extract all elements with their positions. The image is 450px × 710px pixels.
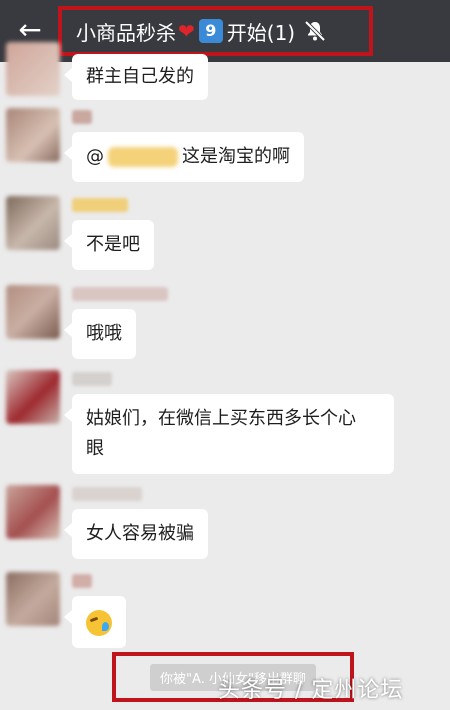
chat-title[interactable]: 小商品秒杀 ❤ 9 开始(1) [58,6,373,56]
message-bubble[interactable]: 哦哦 [64,309,136,359]
chat-title-count: 开始(1) [226,20,296,45]
message-bubble[interactable]: 群主自己发的 [64,54,208,100]
sender-name [72,198,128,212]
chat-header: ← 小商品秒杀 ❤ 9 开始(1) [0,0,450,62]
bell-off-icon [304,20,326,42]
message-text: 哦哦 [86,323,122,344]
avatar[interactable] [6,42,60,96]
watermark: 头条号 / 定州论坛 [218,678,404,703]
laugh-cry-emoji [86,610,112,636]
sender-name [72,287,168,301]
sender-name [72,372,112,386]
message-text: 女人容易被骗 [86,523,194,544]
message-text: 这是淘宝的啊 [182,146,290,167]
avatar[interactable] [6,572,60,626]
sender-name [72,487,142,501]
message-bubble[interactable]: @ 这是淘宝的啊 [64,132,304,182]
message-bubble[interactable]: 女人容易被骗 [64,509,208,559]
message-bubble[interactable]: 不是吧 [64,220,154,270]
sender-name [72,110,92,124]
avatar[interactable] [6,485,60,539]
avatar[interactable] [6,370,60,424]
message-bubble[interactable] [64,596,126,648]
message-text: 眼 [86,438,104,459]
message-text: 姑娘们，在微信上买东西多长个心 [86,408,356,429]
mention-blurred [108,147,178,167]
message-text: 不是吧 [86,234,140,255]
message-text: @ [86,146,104,167]
number-badge: 9 [198,19,223,43]
avatar[interactable] [6,196,60,250]
avatar[interactable] [6,285,60,339]
avatar[interactable] [6,108,60,162]
sender-name [72,574,92,588]
chat-title-text: 小商品秒杀 [76,20,176,45]
heart-icon: ❤ [178,19,195,43]
message-bubble[interactable]: 姑娘们，在微信上买东西多长个心 眼 [64,394,394,474]
message-text: 群主自己发的 [86,66,194,87]
